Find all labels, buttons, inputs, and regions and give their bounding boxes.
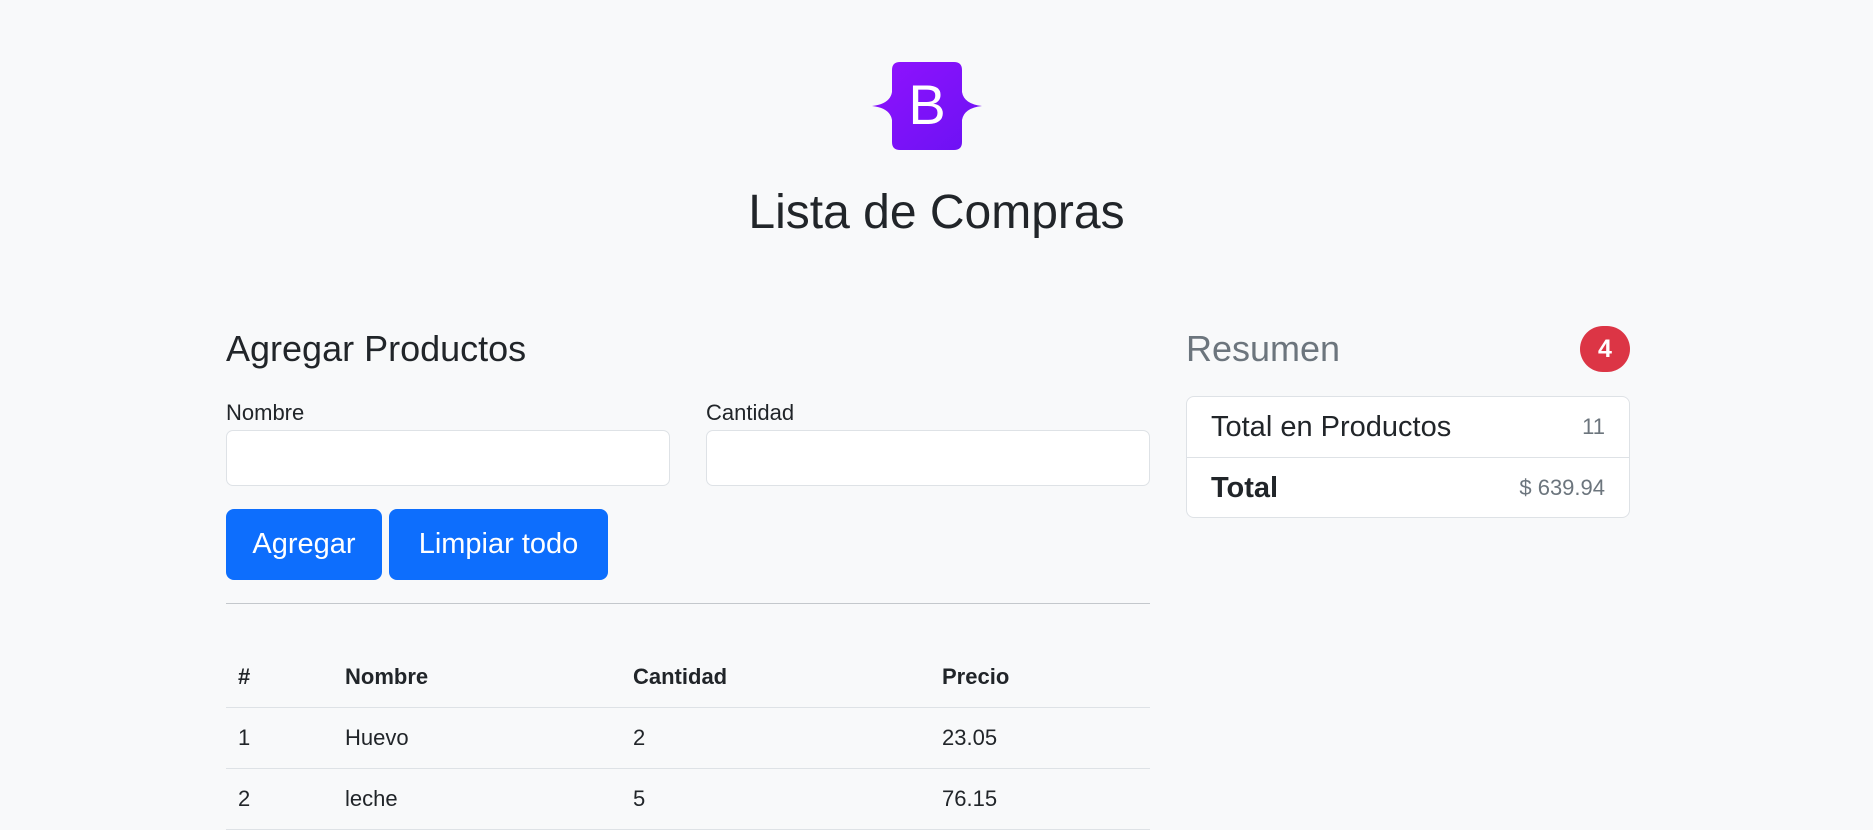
svg-text:B: B [908,73,945,136]
summary-value: $ 639.94 [1519,475,1605,500]
products-table: # Nombre Cantidad Precio 1 Huevo 2 23.05… [226,647,1150,830]
row-quantity: 2 [621,707,930,769]
column-header-name: Nombre [333,647,621,708]
quantity-input[interactable] [706,430,1150,486]
table-row: 2 leche 5 76.15 [226,768,1150,830]
column-header-price: Precio [930,647,1150,708]
summary-list: Total en Productos 11 Total $ 639.94 [1186,396,1630,518]
page-title: Lista de Compras [748,186,1125,239]
divider [226,603,1150,604]
summary-section: Resumen 4 Total en Productos 11 Total $ … [1186,322,1630,518]
row-quantity: 5 [621,768,930,830]
bootstrap-logo-icon: B [872,62,982,150]
summary-label: Total en Productos [1211,411,1452,443]
summary-value: 11 [1582,414,1605,439]
column-header-quantity: Cantidad [621,647,930,708]
summary-item-total: Total $ 639.94 [1187,457,1629,517]
summary-title: Resumen [1186,328,1341,369]
quantity-label: Cantidad [706,400,795,425]
table-header-row: # Nombre Cantidad Precio [226,647,1150,708]
name-input[interactable] [226,430,670,486]
row-price: 76.15 [930,768,1150,830]
row-number: 1 [226,707,333,769]
summary-label: Total [1211,472,1279,504]
row-price: 23.05 [930,707,1150,769]
name-field-group: Nombre [226,398,670,486]
row-name: leche [333,768,621,830]
product-form: Nombre Cantidad [226,398,1150,488]
column-header-number: # [226,647,333,708]
add-products-title: Agregar Productos [226,328,527,369]
bootstrap-logo: B [872,62,982,150]
clear-all-button[interactable]: Limpiar todo [389,509,608,580]
name-label: Nombre [226,400,305,425]
add-button[interactable]: Agregar [226,509,382,580]
row-name: Huevo [333,707,621,769]
add-products-section: Agregar Productos Nombre Cantidad Agrega… [226,322,1150,830]
summary-item-total-products: Total en Productos 11 [1187,397,1629,457]
item-count-badge: 4 [1580,326,1630,372]
row-number: 2 [226,768,333,830]
quantity-field-group: Cantidad [706,398,1150,486]
table-row: 1 Huevo 2 23.05 [226,707,1150,769]
